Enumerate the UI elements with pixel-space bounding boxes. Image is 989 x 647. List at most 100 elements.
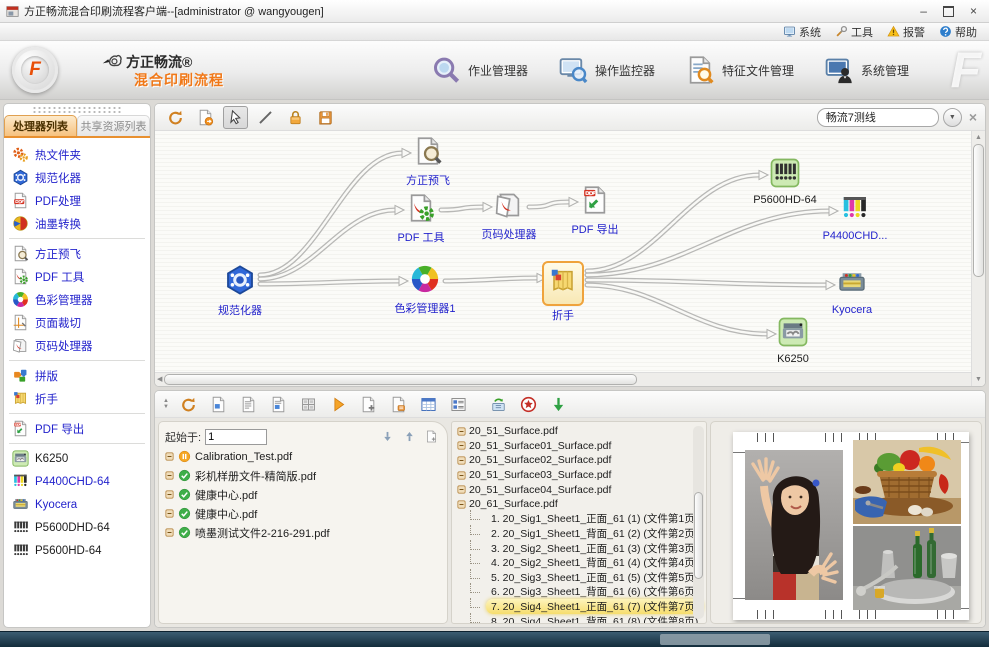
arrow-down-gray-button[interactable] <box>377 425 397 448</box>
header-button-label: 特征文件管理 <box>722 62 794 79</box>
node-pdfexport[interactable]: PDF 导出 <box>553 185 637 237</box>
preset-select[interactable]: 畅流7测线 <box>817 108 939 127</box>
sidebar-item[interactable]: PDF 导出 <box>7 417 147 440</box>
pages-scroll-thumb[interactable] <box>694 492 703 579</box>
scroll-left-icon[interactable]: ◀ <box>157 375 162 384</box>
sidebar-item[interactable]: PDF 工具 <box>7 265 147 288</box>
pages-scrollbar[interactable] <box>693 426 704 619</box>
node-colormgr[interactable]: 色彩管理器1 <box>383 264 467 316</box>
page-item[interactable]: 2. 20_Sig1_Sheet1_背面_61 (2) (文件第2页) <box>457 526 690 541</box>
doc-new-button[interactable] <box>421 425 441 448</box>
page-item[interactable]: 1. 20_Sig1_Sheet1_正面_61 (1) (文件第1页) <box>457 512 690 527</box>
undo-button[interactable] <box>176 393 201 416</box>
table-button[interactable] <box>416 393 441 416</box>
job-list-item[interactable]: 彩机样册文件-精简版.pdf <box>165 466 441 485</box>
workflow-canvas[interactable]: 规范化器方正预飞PDF 工具页码处理器PDF 导出色彩管理器1折手P5600HD… <box>155 131 971 372</box>
splitter-toggle-icon[interactable]: ▲▼ <box>163 398 169 410</box>
arrow-down-green-button[interactable] <box>546 393 571 416</box>
sidebar-item[interactable]: 方正预飞 <box>7 242 147 265</box>
lock-button[interactable] <box>283 106 308 129</box>
header-button-profile-file[interactable]: 特征文件管理 <box>685 55 794 85</box>
node-normalizer[interactable]: 规范化器 <box>198 264 282 318</box>
sidebar-item[interactable]: P5600DHD-64 <box>7 516 147 539</box>
close-button[interactable]: × <box>970 5 977 17</box>
header-button-system-admin[interactable]: 系统管理 <box>824 55 909 85</box>
page-file-item[interactable]: 20_51_Surface03_Surface.pdf <box>457 468 690 483</box>
page-item[interactable]: 4. 20_Sig2_Sheet1_背面_61 (4) (文件第4页) <box>457 555 690 570</box>
recycle-button[interactable] <box>486 393 511 416</box>
page-item[interactable]: 6. 20_Sig3_Sheet1_背面_61 (6) (文件第6页) <box>457 585 690 600</box>
horizontal-scrollbar[interactable]: ◀ <box>155 372 971 386</box>
page-item[interactable]: 3. 20_Sig2_Sheet1_正面_61 (3) (文件第3页) <box>457 541 690 556</box>
header-button-job-manager[interactable]: 作业管理器 <box>431 55 528 85</box>
play-button[interactable] <box>326 393 351 416</box>
sidebar-item[interactable]: 热文件夹 <box>7 143 147 166</box>
sidebar-item[interactable]: 折手 <box>7 387 147 410</box>
doc-blue-button[interactable] <box>206 393 231 416</box>
minimize-button[interactable]: – <box>920 5 927 17</box>
vertical-scrollbar[interactable]: ▲ ▼ <box>971 131 985 386</box>
doc-plus-button[interactable] <box>356 393 381 416</box>
cursor-button[interactable] <box>223 106 248 129</box>
scroll-up-icon[interactable]: ▲ <box>975 133 982 142</box>
page-file-item[interactable]: 20_51_Surface04_Surface.pdf <box>457 482 690 497</box>
arrow-up-gray-button[interactable] <box>399 425 419 448</box>
maximize-button[interactable] <box>943 6 954 17</box>
doc-blue-lines-icon <box>270 396 287 413</box>
node-pdftools[interactable]: PDF 工具 <box>379 193 463 245</box>
doc-lines-button[interactable] <box>236 393 261 416</box>
menu-item-tools[interactable]: 工具 <box>835 24 873 40</box>
header-button-monitor-control[interactable]: 操作监控器 <box>558 55 655 85</box>
list-button[interactable] <box>446 393 471 416</box>
sidebar-item[interactable]: PDF处理 <box>7 189 147 212</box>
undo-button[interactable] <box>163 106 188 129</box>
page-item[interactable]: 8. 20_Sig4_Sheet1_背面_61 (8) (文件第8页) <box>457 614 690 624</box>
job-list-item[interactable]: 健康中心.pdf <box>165 485 441 504</box>
menu-item-alert[interactable]: 报警 <box>887 24 925 40</box>
page-file-item[interactable]: 20_51_Surface.pdf <box>457 424 690 439</box>
node-kyocera[interactable]: Kyocera <box>810 268 894 316</box>
start-at-input[interactable] <box>205 429 267 445</box>
vscroll-thumb[interactable] <box>973 144 984 277</box>
node-pagenum[interactable]: 页码处理器 <box>467 190 551 242</box>
doc-stamp-button[interactable] <box>386 393 411 416</box>
sidebar-item[interactable]: 色彩管理器 <box>7 288 147 311</box>
page-file-item[interactable]: 20_51_Surface01_Surface.pdf <box>457 439 690 454</box>
save-button[interactable] <box>313 106 338 129</box>
node-k6250[interactable]: K6250 <box>751 317 835 365</box>
node-p4400chd[interactable]: P4400CHD... <box>813 194 897 242</box>
job-list-item[interactable]: Calibration_Test.pdf <box>165 447 441 466</box>
sheep-logo-icon <box>100 51 122 73</box>
hscroll-thumb[interactable] <box>164 374 637 385</box>
grid-button[interactable] <box>296 393 321 416</box>
sidebar-tab[interactable]: 处理器列表 <box>4 115 77 136</box>
page-file-item[interactable]: 20_61_Surface.pdf <box>457 497 690 512</box>
sidebar-item[interactable]: K6250 <box>7 447 147 470</box>
scroll-down-icon[interactable]: ▼ <box>975 375 982 384</box>
sidebar-item[interactable]: 页面裁切 <box>7 311 147 334</box>
sidebar-tab[interactable]: 共享资源列表 <box>77 115 150 136</box>
combo-close-icon[interactable]: × <box>969 109 977 125</box>
sidebar-item[interactable]: P5600HD-64 <box>7 539 147 562</box>
sidebar-item[interactable]: P4400CHD-64 <box>7 470 147 493</box>
line-button[interactable] <box>253 106 278 129</box>
menu-item-monitor[interactable]: 系统 <box>783 24 821 40</box>
menu-item-help[interactable]: 帮助 <box>939 24 977 40</box>
page-item[interactable]: 5. 20_Sig3_Sheet1_正面_61 (5) (文件第5页) <box>457 570 690 585</box>
combo-dropdown-button[interactable]: ▼ <box>943 108 962 127</box>
sidebar-item[interactable]: 油墨转换 <box>7 212 147 235</box>
target-button[interactable] <box>516 393 541 416</box>
sidebar-item[interactable]: 拼版 <box>7 364 147 387</box>
node-preflight[interactable]: 方正预飞 <box>386 136 470 188</box>
node-folding[interactable]: 折手 <box>521 261 605 323</box>
doc-arrow-button[interactable] <box>193 106 218 129</box>
job-list-item[interactable]: 喷墨测试文件2-216-291.pdf <box>165 523 441 542</box>
doc-blue-lines-button[interactable] <box>266 393 291 416</box>
job-list-item[interactable]: 健康中心.pdf <box>165 504 441 523</box>
sidebar-item[interactable]: 页码处理器 <box>7 334 147 357</box>
page-file-item[interactable]: 20_51_Surface02_Surface.pdf <box>457 453 690 468</box>
sidebar-item[interactable]: 规范化器 <box>7 166 147 189</box>
page-item[interactable]: 7. 20_Sig4_Sheet1_正面_61 (7) (文件第7页) <box>457 599 690 614</box>
sidebar-grip[interactable] <box>32 106 122 113</box>
sidebar-item[interactable]: Kyocera <box>7 493 147 516</box>
